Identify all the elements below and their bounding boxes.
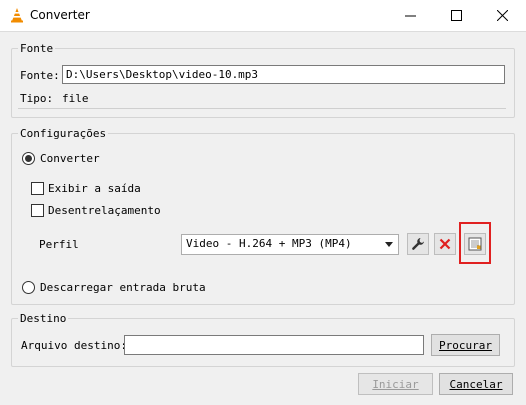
deinterlace-checkbox[interactable] [31,204,44,217]
new-profile-button[interactable] [464,233,486,255]
delete-profile-button[interactable] [434,233,456,255]
convert-radio-dot [25,155,32,162]
convert-label[interactable]: Converter [40,152,100,165]
deinterlace-label[interactable]: Desentrelaçamento [48,204,161,217]
start-button-label: Iniciar [372,377,419,391]
title-bar: Converter [0,0,526,32]
settings-group-title: Configurações [18,127,109,140]
source-divider [18,108,506,109]
destination-group: Destino Arquivo destino: Procurar [11,312,515,367]
chevron-down-icon [385,242,393,247]
tipo-value: file [62,92,89,105]
close-button[interactable] [479,0,525,31]
minimize-icon [404,15,416,17]
show-output-checkbox[interactable] [31,182,44,195]
minimize-button[interactable] [387,0,433,31]
browse-button-label: Procurar [439,338,492,352]
source-path-input[interactable]: D:\Users\Desktop\video-10.mp3 [62,65,505,84]
raw-dump-radio[interactable] [22,281,35,294]
profile-label: Perfil [39,238,79,251]
wrench-icon [412,238,424,250]
destination-file-label: Arquivo destino: [21,339,127,352]
fonte-label: Fonte: [20,69,60,82]
vlc-cone-icon [11,8,23,23]
edit-profile-button[interactable] [407,233,429,255]
window-title: Converter [30,8,90,22]
new-profile-icon [468,237,482,251]
delete-x-icon [439,238,451,250]
settings-group: Configurações Converter Exibir a saída D… [11,127,515,305]
profile-select[interactable]: Video - H.264 + MP3 (MP4) [181,234,399,255]
cancel-button-label: Cancelar [449,377,503,391]
source-group-title: Fonte [18,42,56,55]
destination-group-title: Destino [18,312,69,325]
browse-button[interactable]: Procurar [431,334,500,356]
cancel-button[interactable]: Cancelar [439,373,513,395]
maximize-icon [450,10,462,21]
source-group: Fonte Fonte: D:\Users\Desktop\video-10.m… [11,42,515,118]
tipo-label: Tipo: [20,92,54,105]
convert-radio[interactable] [22,152,35,165]
start-button[interactable]: Iniciar [358,373,433,395]
raw-dump-label[interactable]: Descarregar entrada bruta [40,281,206,294]
destination-file-input[interactable] [124,335,424,355]
maximize-button[interactable] [433,0,479,31]
close-icon [496,10,508,21]
show-output-label[interactable]: Exibir a saída [48,182,141,195]
profile-select-value: Video - H.264 + MP3 (MP4) [186,237,352,250]
